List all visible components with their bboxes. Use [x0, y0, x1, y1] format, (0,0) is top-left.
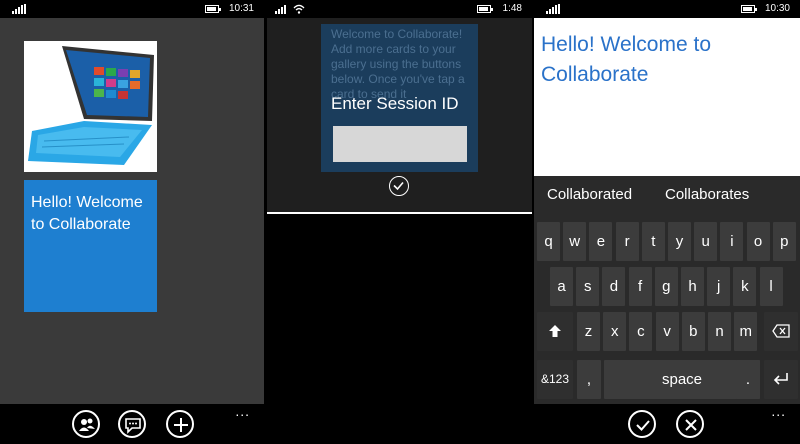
close-icon — [685, 419, 697, 431]
keyboard-row-4: &123 , space . — [534, 360, 800, 400]
key-g[interactable]: g — [654, 267, 678, 306]
status-bar: 1:48 — [267, 0, 532, 18]
signal-icon — [275, 4, 291, 14]
key-a[interactable]: a — [550, 267, 573, 306]
session-id-input[interactable] — [333, 126, 467, 162]
period-key[interactable]: . — [736, 360, 760, 399]
keyboard-row-1: qwertyuiop — [534, 222, 800, 262]
editor-text: Hello! Welcome to Collaborate — [541, 33, 712, 86]
backspace-key[interactable] — [764, 312, 798, 351]
signal-icon — [546, 4, 562, 14]
shift-key[interactable] — [537, 312, 573, 351]
key-z[interactable]: z — [577, 312, 600, 351]
chat-button[interactable] — [118, 410, 146, 438]
enter-icon — [773, 373, 788, 385]
key-y[interactable]: y — [668, 222, 691, 261]
key-w[interactable]: w — [563, 222, 587, 261]
key-m[interactable]: m — [734, 312, 758, 351]
key-q[interactable]: q — [537, 222, 560, 261]
screen-text-editor: 10:30 Hello! Welcome to Collaborate Coll… — [534, 0, 800, 444]
dialog-title: Enter Session ID — [331, 94, 459, 113]
wifi-icon — [293, 4, 305, 14]
comma-key[interactable]: , — [577, 360, 601, 399]
status-bar: 10:30 — [534, 0, 800, 18]
key-r[interactable]: r — [615, 222, 639, 261]
image-card[interactable] — [24, 41, 157, 172]
chat-icon — [125, 418, 141, 434]
signal-icon — [12, 4, 28, 14]
key-c[interactable]: c — [629, 312, 653, 351]
key-v[interactable]: v — [655, 312, 679, 351]
background-card-text: Welcome to Collaborate! Add more cards t… — [331, 27, 465, 101]
people-icon — [79, 418, 95, 431]
app-bar: ... — [534, 404, 800, 444]
key-p[interactable]: p — [772, 222, 796, 261]
screen-session-dialog: 1:48 Welcome to Collaborate! Add more ca… — [267, 0, 532, 444]
keyboard-row-3: zxcvbnm — [534, 312, 800, 352]
add-button[interactable] — [166, 410, 194, 438]
key-n[interactable]: n — [708, 312, 731, 351]
text-card[interactable]: Hello! Welcome to Collaborate — [24, 180, 157, 312]
key-j[interactable]: j — [707, 267, 731, 306]
check-icon — [393, 181, 404, 191]
battery-icon — [205, 5, 221, 13]
confirm-button[interactable] — [389, 176, 409, 196]
battery-icon — [741, 5, 757, 13]
suggestion-1[interactable]: Collaborated — [547, 186, 632, 203]
enter-key[interactable] — [764, 360, 798, 399]
backspace-icon — [772, 324, 790, 338]
suggestion-2[interactable]: Collaborates — [665, 186, 749, 203]
keyboard-row-2: asdfghjkl — [534, 267, 800, 307]
add-icon — [174, 418, 188, 432]
key-k[interactable]: k — [733, 267, 757, 306]
check-icon — [636, 420, 650, 431]
cancel-button[interactable] — [676, 410, 704, 438]
key-o[interactable]: o — [746, 222, 770, 261]
key-h[interactable]: h — [681, 267, 704, 306]
accept-button[interactable] — [628, 410, 656, 438]
key-e[interactable]: e — [589, 222, 613, 261]
status-time: 1:48 — [502, 3, 522, 14]
key-b[interactable]: b — [681, 312, 705, 351]
screen-gallery: 10:31 Hello! Welcome to Collaborate ... — [0, 0, 264, 444]
dimmed-area — [267, 214, 532, 444]
status-time: 10:31 — [228, 3, 254, 14]
key-u[interactable]: u — [694, 222, 718, 261]
more-menu-button[interactable]: ... — [235, 404, 250, 418]
key-d[interactable]: d — [602, 267, 626, 306]
battery-icon — [477, 5, 493, 13]
people-button[interactable] — [72, 410, 100, 438]
key-i[interactable]: i — [720, 222, 744, 261]
status-time: 10:30 — [764, 3, 790, 14]
text-card-content: Hello! Welcome to Collaborate — [31, 194, 143, 233]
app-bar: ... — [0, 404, 264, 444]
status-bar: 10:31 — [0, 0, 264, 18]
key-s[interactable]: s — [576, 267, 600, 306]
key-l[interactable]: l — [759, 267, 783, 306]
tablet-image — [24, 41, 157, 172]
key-f[interactable]: f — [628, 267, 652, 306]
text-editor[interactable]: Hello! Welcome to Collaborate — [534, 18, 800, 176]
key-t[interactable]: t — [641, 222, 665, 261]
more-menu-button[interactable]: ... — [771, 404, 786, 418]
shift-arrow-icon — [549, 325, 561, 337]
key-x[interactable]: x — [603, 312, 627, 351]
symbols-key[interactable]: &123 — [537, 360, 573, 399]
